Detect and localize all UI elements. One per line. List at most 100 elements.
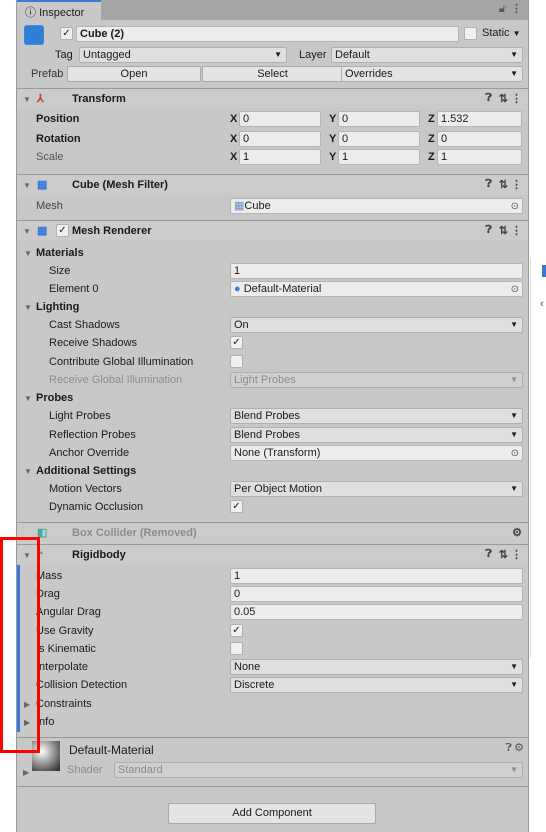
mesh-renderer-header[interactable]: ▼ ▦ ✓ Mesh Renderer ❓︎ ⇅ ⋮ [17, 220, 528, 241]
prefab-open-button[interactable]: Open [67, 66, 201, 82]
property-label: Dynamic Occlusion [49, 501, 144, 513]
property-input[interactable]: 0 [230, 586, 523, 602]
object-picker-icon[interactable]: ⊙ [511, 200, 519, 213]
property-input[interactable]: 0.05 [230, 604, 523, 620]
property-checkbox[interactable]: ✓ [230, 624, 243, 637]
tag-dropdown[interactable]: Untagged ▼ [79, 47, 287, 63]
help-icon[interactable]: ❓︎ [505, 742, 512, 755]
axis-label[interactable]: X [230, 151, 237, 163]
object-field[interactable]: None (Transform) ⊙ [230, 445, 523, 461]
help-icon[interactable]: ❓︎ [485, 178, 492, 191]
object-field[interactable]: ● Default-Material ⊙ [230, 281, 523, 297]
axis-label[interactable]: Y [329, 133, 336, 145]
property-label: Size [49, 265, 71, 277]
transform-x-input[interactable]: 0 [239, 111, 321, 127]
object-picker-icon[interactable]: ⊙ [511, 447, 519, 460]
prefab-select-button[interactable]: Select [202, 66, 343, 82]
property-input[interactable]: 1 [230, 568, 523, 584]
menu-icon[interactable]: ⋮ [511, 2, 522, 15]
property-dropdown[interactable]: Blend Probes ▼ [230, 408, 523, 424]
transform-axes-icon: ⅄ [37, 93, 44, 105]
property-checkbox[interactable]: ✓ [230, 500, 243, 513]
menu-icon[interactable]: ⋮ [511, 92, 522, 105]
property-checkbox[interactable]: ✓ [230, 336, 243, 349]
transform-z-input[interactable]: 1.532 [437, 111, 522, 127]
property-dropdown[interactable]: Discrete ▼ [230, 677, 523, 693]
prefab-label: Prefab [31, 68, 64, 80]
static-label: Static [482, 27, 510, 39]
help-icon[interactable]: ❓︎ [485, 224, 492, 237]
chevron-down-icon: ▼ [510, 680, 518, 689]
chevron-down-icon: ▼ [510, 411, 518, 420]
transform-z-input[interactable]: 0 [437, 131, 522, 147]
object-picker-icon[interactable]: ⊙ [511, 283, 519, 296]
object-name-input[interactable]: Cube (2) [76, 26, 459, 42]
transform-y-input[interactable]: 0 [338, 131, 420, 147]
property-label: Lighting [36, 301, 80, 313]
active-checkbox[interactable]: ✓ [60, 27, 73, 40]
transform-y-input[interactable]: 1 [338, 149, 420, 165]
property-dropdown[interactable]: Blend Probes ▼ [230, 427, 523, 443]
foldout-triangle-icon[interactable]: ▼ [23, 181, 31, 190]
overrides-dropdown[interactable]: Overrides ▼ [341, 66, 523, 82]
add-component-button[interactable]: Add Component [168, 803, 376, 824]
gear-icon[interactable]: ⚙ [512, 526, 522, 539]
property-label: Motion Vectors [49, 483, 122, 495]
property-input[interactable]: 1 [230, 263, 523, 279]
box-collider-header[interactable]: ◧ Box Collider (Removed) ⚙ [17, 522, 528, 543]
lock-icon[interactable]: 🔓︎ [499, 3, 506, 16]
foldout-triangle-icon[interactable]: ▼ [24, 467, 32, 476]
presets-icon[interactable]: ⇅ [499, 92, 508, 105]
transform-label: Position [36, 113, 80, 125]
axis-label[interactable]: Z [428, 151, 435, 163]
property-checkbox[interactable] [230, 642, 243, 655]
property-dropdown[interactable]: Per Object Motion ▼ [230, 481, 523, 497]
axis-label[interactable]: X [230, 113, 237, 125]
static-dropdown[interactable]: Static ▼ [482, 27, 521, 39]
transform-title: Transform [72, 93, 126, 105]
foldout-triangle-icon[interactable]: ▼ [24, 249, 32, 258]
gear-icon[interactable]: ⚙ [514, 741, 524, 754]
transform-x-input[interactable]: 0 [239, 131, 321, 147]
transform-z-input[interactable]: 1 [437, 149, 522, 165]
property-checkbox[interactable] [230, 355, 243, 368]
property-dropdown[interactable]: On ▼ [230, 317, 523, 333]
help-icon[interactable]: ❓︎ [485, 548, 492, 561]
axis-label[interactable]: Y [329, 113, 336, 125]
presets-icon[interactable]: ⇅ [499, 224, 508, 237]
property-dropdown[interactable]: Light Probes ▼ [230, 372, 523, 388]
property-label: Angular Drag [36, 606, 101, 618]
mesh-filter-header[interactable]: ▼ ▦ Cube (Mesh Filter) ❓︎ ⇅ ⋮ [17, 174, 528, 195]
static-checkbox[interactable] [464, 27, 477, 40]
property-label: Contribute Global Illumination [49, 356, 194, 368]
foldout-triangle-icon[interactable]: ▼ [23, 227, 31, 236]
help-icon[interactable]: ❓︎ [485, 92, 492, 105]
foldout-triangle-icon[interactable]: ▼ [24, 394, 32, 403]
transform-header[interactable]: ▼ ⅄ Transform ❓︎ ⇅ ⋮ [17, 88, 528, 109]
axis-label[interactable]: Y [329, 151, 336, 163]
menu-icon[interactable]: ⋮ [511, 224, 522, 237]
axis-label[interactable]: X [230, 133, 237, 145]
presets-icon[interactable]: ⇅ [499, 178, 508, 191]
transform-x-input[interactable]: 1 [239, 149, 321, 165]
axis-label[interactable]: Z [428, 113, 435, 125]
presets-icon[interactable]: ⇅ [499, 548, 508, 561]
mesh-field[interactable]: ▦Cube ⊙ [230, 198, 523, 214]
tab-inspector[interactable]: ⓘ Inspector [17, 0, 101, 21]
foldout-triangle-icon[interactable]: ▶ [23, 768, 29, 777]
transform-y-input[interactable]: 0 [338, 111, 420, 127]
component-enabled-checkbox[interactable]: ✓ [56, 224, 69, 237]
menu-icon[interactable]: ⋮ [511, 178, 522, 191]
property-dropdown[interactable]: None ▼ [230, 659, 523, 675]
property-label[interactable]: Constraints [36, 698, 92, 710]
chevron-down-icon: ▼ [510, 484, 518, 493]
menu-icon[interactable]: ⋮ [511, 548, 522, 561]
foldout-triangle-icon[interactable]: ▼ [24, 303, 32, 312]
rigidbody-header[interactable]: ▼ ◔ Rigidbody ❓︎ ⇅ ⋮ [17, 544, 528, 565]
layer-dropdown[interactable]: Default ▼ [331, 47, 523, 63]
mesh-renderer-icon: ▦ [37, 225, 48, 237]
shader-dropdown[interactable]: Standard ▼ [114, 762, 523, 778]
axis-label[interactable]: Z [428, 133, 435, 145]
foldout-triangle-icon[interactable]: ▼ [23, 95, 31, 104]
cube-icon[interactable] [24, 25, 44, 45]
